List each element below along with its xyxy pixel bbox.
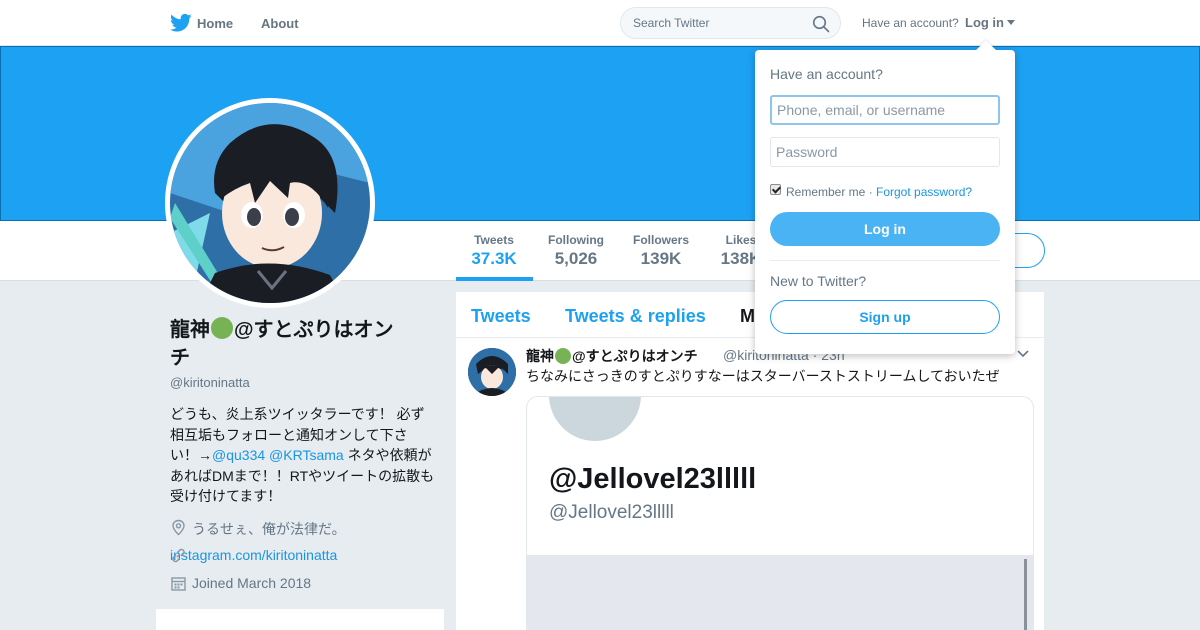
tweet-text: ちなみにさっきのすとぷりすなーはスターバーストストリームしておいたぜ xyxy=(526,368,1000,384)
twitter-bird-icon[interactable] xyxy=(170,13,192,33)
search-box[interactable]: Search Twitter xyxy=(620,7,841,39)
caret-down-icon xyxy=(1007,20,1015,25)
username-field[interactable] xyxy=(770,95,1000,125)
tab-tweets-replies[interactable]: Tweets & replies xyxy=(565,306,706,327)
profile-avatar[interactable] xyxy=(165,98,375,308)
tab-media[interactable]: M xyxy=(740,306,755,327)
name-text: @すとぷりはオンチ xyxy=(572,348,698,364)
profile-bio: どうも、炎上系ツイッタラーです！ 必ず相互垢もフォローと通知オンして下さい！→@… xyxy=(170,404,435,507)
login-button[interactable]: Log in xyxy=(770,212,1000,246)
name-text: @すとぷりはオン xyxy=(234,319,394,341)
profile-handle[interactable]: @kiritoninatta xyxy=(170,375,250,390)
tab-tweets[interactable]: Tweets xyxy=(471,306,531,327)
search-icon[interactable] xyxy=(812,15,830,33)
link-icon xyxy=(172,548,185,563)
login-dropdown: Have an account? Remember me · Forgot pa… xyxy=(755,40,1015,354)
login-link-label: Log in xyxy=(965,15,1004,30)
dropdown-divider xyxy=(770,260,1000,261)
profile-name: 龍神 @すとぷりはオン チ xyxy=(170,316,430,372)
stat-followers[interactable]: Followers 139K xyxy=(632,233,690,269)
avatar-illustration xyxy=(170,103,370,303)
remember-me-checkbox[interactable] xyxy=(770,184,781,195)
website-link[interactable]: instagram.com/kiritoninatta xyxy=(170,547,337,563)
card-image-scrollbar xyxy=(1024,559,1027,630)
sidebar-card xyxy=(156,609,444,630)
nav-home-link[interactable]: Home xyxy=(197,16,233,31)
new-to-twitter-text: New to Twitter? xyxy=(770,273,867,289)
search-input[interactable]: Search Twitter xyxy=(633,16,709,30)
stat-label: Following xyxy=(548,233,604,247)
remember-me-label: Remember me · xyxy=(786,185,873,199)
bio-mention-link[interactable]: @KRTsama xyxy=(269,447,344,463)
tweet-avatar[interactable] xyxy=(468,348,516,396)
dragon-emoji-icon xyxy=(211,317,233,339)
tweet-link-card[interactable]: @Jellovel23lllll @Jellovel23lllll xyxy=(526,396,1034,630)
card-subtitle: @Jellovel23lllll xyxy=(549,502,674,523)
bio-mention-link[interactable]: @qu334 xyxy=(212,447,265,463)
name-text: 龍神 xyxy=(170,319,210,341)
tweet-author-name[interactable]: 龍神 @すとぷりはオンチ xyxy=(526,346,698,366)
active-stat-underline xyxy=(456,277,533,281)
location-pin-icon xyxy=(172,519,185,536)
stat-following[interactable]: Following 5,026 xyxy=(547,233,605,269)
tweet-avatar-image xyxy=(468,348,516,396)
name-text: チ xyxy=(170,347,190,369)
stat-label: Tweets xyxy=(474,233,514,247)
location-text: うるせぇ、俺が法律だ。 xyxy=(192,521,346,537)
dragon-emoji-icon xyxy=(555,348,571,364)
top-navigation: Home About Search Twitter Have an accoun… xyxy=(0,0,1200,46)
signup-button[interactable]: Sign up xyxy=(770,300,1000,334)
stat-value: 5,026 xyxy=(554,249,598,268)
card-image xyxy=(527,555,1033,630)
login-dropdown-toggle[interactable]: Log in xyxy=(965,15,1015,30)
login-dropdown-title: Have an account? xyxy=(770,66,883,82)
stat-value: 37.3K xyxy=(471,249,517,268)
profile-website: instagram.com/kiritoninatta xyxy=(170,547,337,563)
stat-value: 139K xyxy=(640,249,682,268)
joined-text: Joined March 2018 xyxy=(192,575,312,591)
password-field[interactable] xyxy=(770,137,1000,167)
stat-tweets[interactable]: Tweets 37.3K xyxy=(470,233,518,269)
card-avatar-placeholder xyxy=(549,397,641,441)
stat-label: Followers xyxy=(632,233,689,247)
have-account-text: Have an account? xyxy=(862,16,959,30)
nav-about-link[interactable]: About xyxy=(261,16,299,31)
forgot-password-link[interactable]: Forgot password? xyxy=(876,185,972,199)
chevron-down-icon[interactable] xyxy=(1017,350,1029,358)
card-title: @Jellovel23lllll xyxy=(549,463,757,495)
calendar-icon xyxy=(171,577,186,591)
name-text: 龍神 xyxy=(526,348,554,364)
